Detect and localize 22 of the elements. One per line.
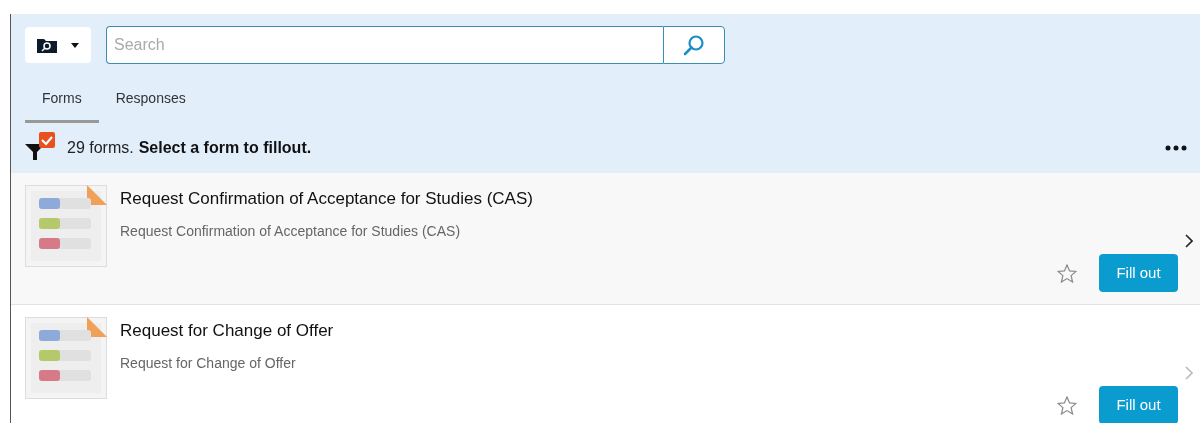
form-title: Request Confirmation of Acceptance for Studies (CAS) (120, 188, 533, 210)
tab[interactable]: Forms (25, 88, 99, 123)
search-button[interactable] (663, 26, 725, 64)
form-list-item[interactable]: Request Confirmation of Acceptance for Studies (CAS) Request Confirmation of Acceptance for Studies (CAS) Fill out (11, 173, 1200, 305)
search-field[interactable]: Search (106, 26, 663, 64)
tab[interactable]: Responses (98, 88, 203, 123)
folder-dropdown-button[interactable] (25, 27, 91, 63)
chevron-right-icon[interactable] (1185, 233, 1193, 248)
form-title: Request for Change of Offer (120, 320, 334, 342)
form-description: Request for Change of Offer (120, 353, 297, 373)
search-icon (683, 34, 705, 56)
star-icon[interactable] (1057, 264, 1077, 283)
form-icon (25, 185, 107, 267)
caret-icon (71, 42, 79, 48)
folder-search-icon (37, 37, 57, 53)
instruction-text: Select a form to fillout. (138, 138, 312, 158)
form-icon (25, 317, 107, 399)
star-icon[interactable] (1057, 396, 1077, 415)
form-description: Request Confirmation of Acceptance for Studies (CAS) (120, 221, 462, 241)
form-count-text: 29 forms. (67, 138, 134, 158)
filter-icon[interactable] (25, 132, 57, 160)
more-options-icon[interactable] (1165, 145, 1187, 151)
